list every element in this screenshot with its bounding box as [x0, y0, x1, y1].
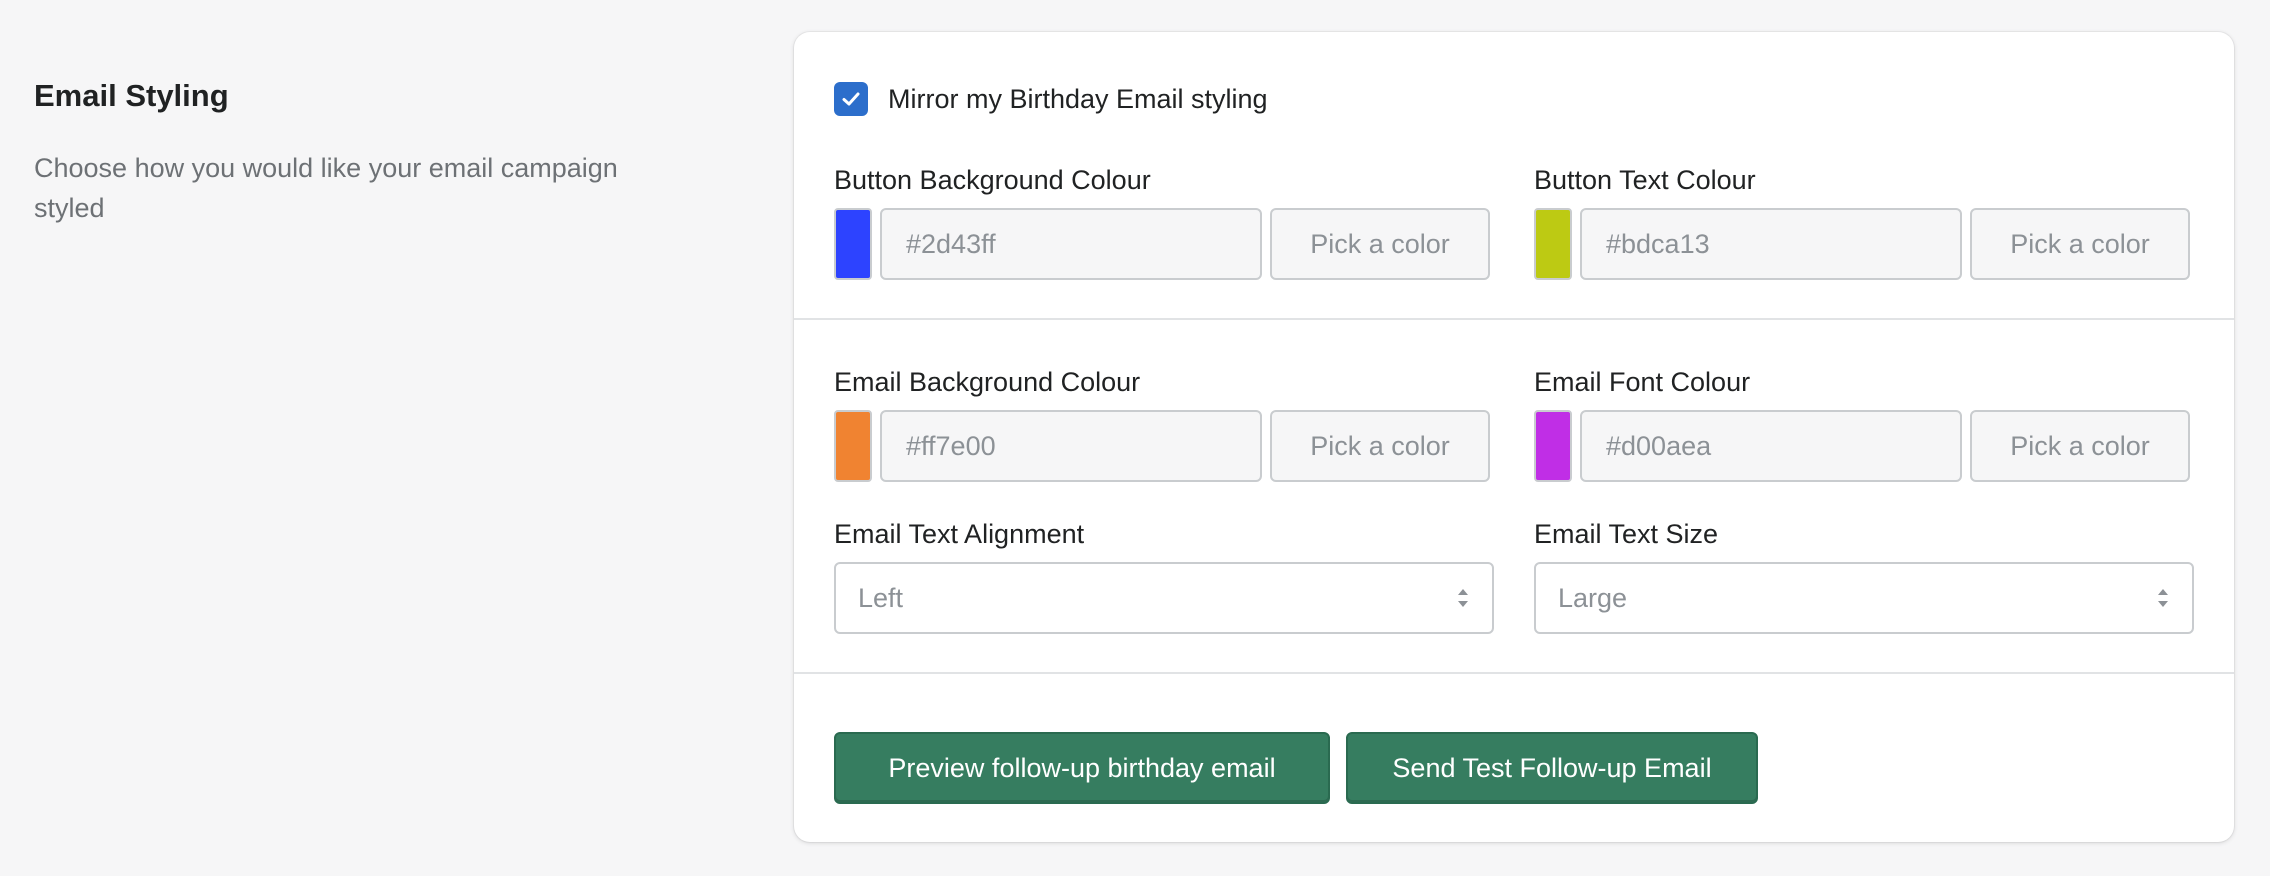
section-divider	[794, 672, 2234, 674]
email-font-swatch[interactable]	[1534, 410, 1572, 482]
button-text-color-field: Pick a color	[1534, 208, 2190, 280]
button-background-color-field: Pick a color	[834, 208, 1490, 280]
checkmark-icon	[842, 92, 860, 106]
section-title: Email Styling	[34, 78, 229, 113]
button-text-hex-input[interactable]	[1580, 208, 1962, 280]
text-alignment-label: Email Text Alignment	[834, 519, 1085, 549]
text-size-value: Large	[1558, 582, 1628, 613]
mirror-checkbox-label[interactable]: Mirror my Birthday Email styling	[888, 84, 1268, 115]
email-background-swatch[interactable]	[834, 410, 872, 482]
email-background-color-field: Pick a color	[834, 410, 1490, 482]
send-test-email-button[interactable]: Send Test Follow-up Email	[1346, 732, 1758, 804]
mirror-checkbox[interactable]	[834, 82, 868, 116]
text-size-select[interactable]: Large	[1534, 562, 2194, 634]
button-background-label: Button Background Colour	[834, 165, 1151, 195]
button-background-hex-input[interactable]	[880, 208, 1262, 280]
email-font-label: Email Font Colour	[1534, 367, 1751, 397]
button-text-swatch[interactable]	[1534, 208, 1572, 280]
select-arrows-icon	[2158, 589, 2168, 607]
button-background-swatch[interactable]	[834, 208, 872, 280]
section-intro: Email Styling Choose how you would like …	[34, 74, 694, 228]
mirror-checkbox-row[interactable]: Mirror my Birthday Email styling	[834, 82, 1268, 116]
email-background-label: Email Background Colour	[834, 367, 1141, 397]
email-font-color-field: Pick a color	[1534, 410, 2190, 482]
email-background-hex-input[interactable]	[880, 410, 1262, 482]
text-alignment-value: Left	[858, 582, 904, 613]
button-background-pick-button[interactable]: Pick a color	[1270, 208, 1490, 280]
email-font-hex-input[interactable]	[1580, 410, 1962, 482]
email-background-pick-button[interactable]: Pick a color	[1270, 410, 1490, 482]
button-text-label: Button Text Colour	[1534, 165, 1756, 195]
email-styling-card: Mirror my Birthday Email styling Button …	[794, 32, 2234, 842]
text-alignment-select[interactable]: Left	[834, 562, 1494, 634]
preview-email-button[interactable]: Preview follow-up birthday email	[834, 732, 1330, 804]
section-divider	[794, 318, 2234, 320]
select-arrows-icon	[1458, 589, 1468, 607]
button-text-pick-button[interactable]: Pick a color	[1970, 208, 2190, 280]
section-description: Choose how you would like your email cam…	[34, 153, 618, 223]
text-size-label: Email Text Size	[1534, 519, 1719, 549]
email-font-pick-button[interactable]: Pick a color	[1970, 410, 2190, 482]
